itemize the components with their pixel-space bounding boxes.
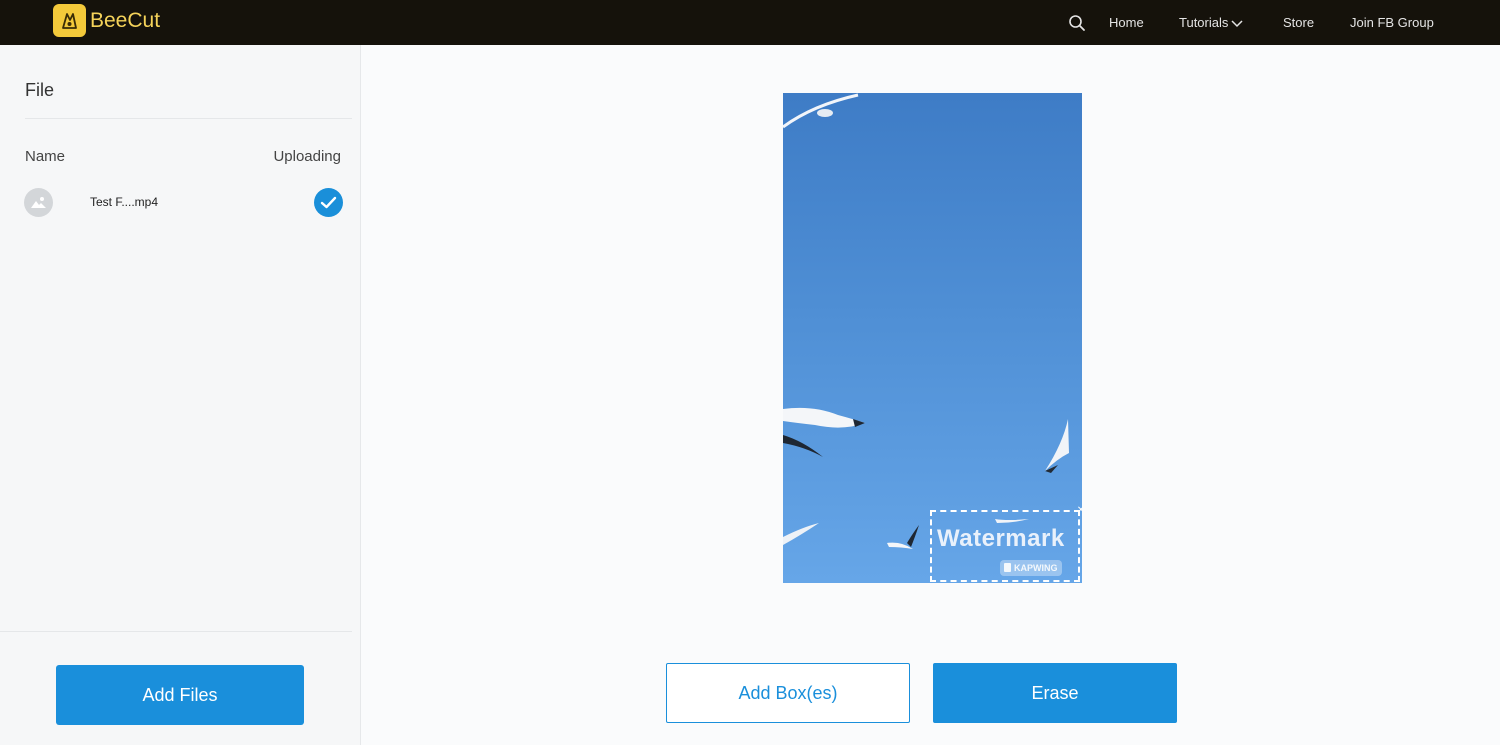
column-header-name: Name (25, 148, 66, 165)
nav-store-link[interactable]: Store (1283, 15, 1314, 30)
add-boxes-button[interactable]: Add Box(es) (666, 663, 910, 723)
watermark-badge: KAPWING (1000, 560, 1062, 576)
sidebar-title: File (25, 80, 55, 100)
erase-button[interactable]: Erase (933, 663, 1177, 723)
column-header-uploading: Uploading (273, 148, 341, 165)
file-list-item[interactable]: Test F....mp4 (24, 185, 344, 221)
watermark-selection-box[interactable]: ✕ Watermark KAPWING (930, 506, 1082, 582)
brand-name[interactable]: BeeCut (90, 9, 160, 33)
sidebar-bottom-divider (0, 631, 352, 632)
video-preview[interactable]: ✕ Watermark KAPWING (783, 93, 1082, 583)
nav-home-link[interactable]: Home (1109, 15, 1144, 30)
file-sidebar: File Name Uploading Test F....mp4 Add Fi… (0, 45, 361, 745)
watermark-badge-label: KAPWING (1014, 563, 1058, 573)
nav-tutorials-link[interactable]: Tutorials (1179, 15, 1228, 30)
close-icon[interactable]: ✕ (1076, 506, 1082, 516)
image-placeholder-icon (24, 188, 53, 217)
sidebar-divider (25, 118, 352, 119)
kapwing-logo-icon (1004, 563, 1011, 572)
chevron-down-icon[interactable] (1231, 16, 1243, 28)
top-navigation-bar: BeeCut Home Tutorials Store Join FB Grou… (0, 0, 1500, 45)
nav-fb-group-link[interactable]: Join FB Group (1350, 15, 1434, 30)
search-icon[interactable] (1068, 14, 1086, 32)
file-name: Test F....mp4 (90, 195, 159, 209)
add-files-button[interactable]: Add Files (56, 665, 304, 725)
beecut-logo-icon[interactable] (53, 4, 86, 37)
watermark-text: Watermark (937, 525, 1065, 552)
check-icon (314, 188, 343, 217)
